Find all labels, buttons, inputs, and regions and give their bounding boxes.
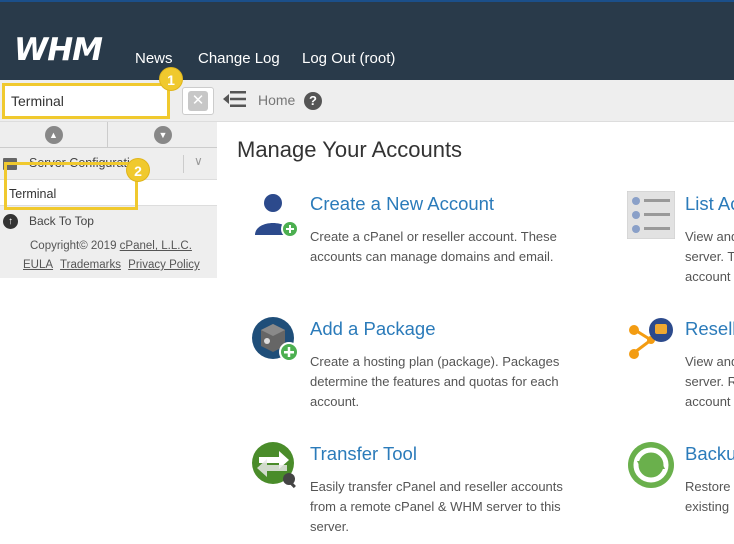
chevron-down-icon: ∨ (194, 154, 203, 168)
list-accounts-icon[interactable] (627, 191, 675, 239)
step-badge-2: 2 (126, 158, 150, 182)
sidebar-scroll-controls: ▲ ▼ (0, 122, 217, 148)
nav-logout-link[interactable]: Log Out (root) (302, 50, 395, 67)
reseller-link[interactable]: Resell (685, 318, 734, 340)
sidebar-empty-area (0, 278, 217, 544)
page-title: Manage Your Accounts (237, 137, 463, 162)
package-add-icon[interactable] (251, 316, 299, 364)
privacy-policy-link[interactable]: Privacy Policy (128, 259, 200, 271)
step-badge-1: 1 (159, 67, 183, 91)
nav-changelog-link[interactable]: Change Log (198, 50, 280, 67)
copyright-prefix: Copyright© 2019 (30, 240, 120, 252)
back-to-top-link[interactable]: ↑ Back To Top (0, 211, 217, 233)
copyright-text: Copyright© 2019 cPanel, L.L.C. (30, 240, 192, 252)
reseller-icon[interactable] (627, 316, 675, 364)
create-account-link[interactable]: Create a New Account (310, 193, 494, 215)
backup-link[interactable]: Backu (685, 443, 734, 465)
nav-news-link[interactable]: News (135, 50, 173, 67)
scroll-down-button[interactable]: ▼ (109, 122, 217, 148)
menu-toggle-icon[interactable] (222, 89, 246, 109)
backup-icon[interactable] (627, 441, 675, 489)
reseller-desc: View and server. R account (685, 354, 734, 409)
clear-search-button[interactable]: ✕ (182, 87, 214, 115)
help-icon[interactable]: ? (304, 92, 322, 110)
divider (183, 155, 184, 173)
top-header: WHM News Change Log Log Out (root) (0, 0, 734, 80)
transfer-tool-link[interactable]: Transfer Tool (310, 443, 417, 465)
backup-desc: Restore existing (685, 479, 731, 514)
list-accounts-desc: View and server. T account (685, 229, 734, 284)
create-account-desc: Create a cPanel or reseller account. The… (310, 229, 557, 264)
user-add-icon[interactable] (251, 191, 299, 239)
cpanel-company-link[interactable]: cPanel, L.L.C. (120, 240, 192, 252)
scroll-up-button[interactable]: ▲ (0, 122, 108, 148)
chevron-down-icon: ▼ (154, 126, 172, 144)
close-icon: ✕ (188, 91, 208, 111)
trademarks-link[interactable]: Trademarks (60, 259, 121, 271)
eula-link[interactable]: EULA (23, 259, 53, 271)
whm-logo[interactable]: WHM (14, 32, 103, 68)
list-accounts-link[interactable]: List Ac (685, 193, 734, 215)
search-bar-row (0, 80, 734, 122)
breadcrumb-home[interactable]: Home (258, 92, 295, 108)
add-package-link[interactable]: Add a Package (310, 318, 435, 340)
back-to-top-label: Back To Top (29, 214, 94, 228)
search-input[interactable] (2, 83, 170, 119)
add-package-desc: Create a hosting plan (package). Package… (310, 354, 560, 409)
chevron-up-icon: ▲ (44, 126, 63, 144)
transfer-icon[interactable] (251, 441, 299, 489)
arrow-up-icon: ↑ (3, 214, 18, 229)
result-highlight-box (4, 162, 138, 210)
footer-links: EULA Trademarks Privacy Policy (23, 259, 204, 271)
transfer-tool-desc: Easily transfer cPanel and reseller acco… (310, 479, 563, 534)
